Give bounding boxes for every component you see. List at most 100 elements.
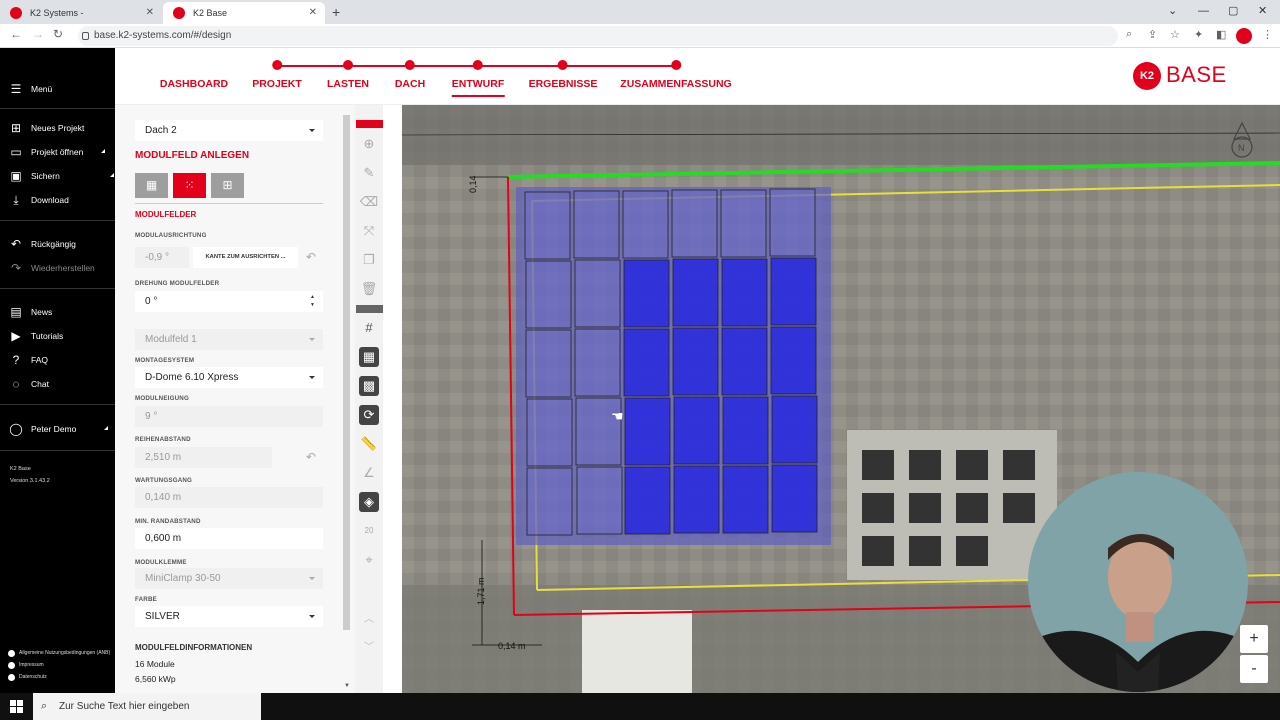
back-icon[interactable]: ←	[10, 27, 22, 41]
eraser-icon[interactable]: ⌫	[359, 192, 379, 212]
split-field-icon[interactable]: ⊞	[211, 173, 244, 198]
sidebar-item-label: Wiederherstellen	[31, 263, 95, 273]
submenu-caret-icon	[109, 173, 114, 177]
profile-avatar[interactable]	[1236, 28, 1252, 44]
link-label: Allgemeine Nutzungsbedingungen (ANB)	[19, 650, 111, 656]
layers-icon[interactable]: ◈	[359, 492, 379, 512]
extensions-icon[interactable]: ✦	[1194, 28, 1203, 41]
menu-button[interactable]: ☰ Menü	[8, 80, 53, 98]
module-grid-icon[interactable]: ⁙	[173, 173, 206, 198]
maximize-icon[interactable]: ▢	[1228, 0, 1238, 24]
angle-icon[interactable]: ∠	[359, 463, 379, 483]
step-dashboard[interactable]: DASHBOARD	[160, 58, 228, 90]
mounting-select[interactable]: D-Dome 6.10 Xpress	[135, 367, 323, 388]
step-label: LASTEN	[327, 78, 369, 90]
sidebar-item-save[interactable]: ▣ Sichern	[8, 167, 114, 185]
counter-icon[interactable]: 20	[359, 521, 379, 541]
scroll-down-icon[interactable]: ﹀	[359, 638, 379, 653]
sidebar-item-undo[interactable]: ↶ Rückgängig	[8, 235, 76, 253]
sidepanel-icon[interactable]: ◧	[1216, 28, 1226, 41]
grid-edit-icon[interactable]: ▩	[359, 376, 379, 396]
terms-link[interactable]: Allgemeine Nutzungsbedingungen (ANB)	[8, 650, 111, 657]
panel-scrollbar[interactable]	[343, 115, 350, 630]
trash-icon[interactable]: 🗑	[359, 279, 379, 299]
imprint-link[interactable]: Impressum	[8, 662, 44, 669]
module-grid-tool-icon[interactable]: ▦	[359, 347, 379, 367]
sidebar-item-tutorials[interactable]: ▶ Tutorials	[8, 327, 63, 345]
browser-tab[interactable]: K2 Systems - Montagesysteme fü ✕	[0, 2, 162, 40]
sidebar-item-download[interactable]: ⤓ Download	[8, 191, 68, 209]
bookmark-star-icon[interactable]: ☆	[1170, 28, 1180, 41]
sidebar-item-news[interactable]: ▤ News	[8, 303, 52, 321]
rotate-field-icon[interactable]: ⟳	[359, 405, 379, 425]
divider	[0, 220, 115, 221]
hash-grid-icon[interactable]: #	[359, 318, 379, 338]
stepper-icon[interactable]: ▲ ▼	[310, 293, 315, 309]
search-placeholder: Zur Suche Text hier eingeben	[59, 701, 190, 712]
close-tab-icon[interactable]: ✕	[146, 2, 154, 24]
sidebar-item-open-project[interactable]: ▭ Projekt öffnen	[8, 143, 106, 161]
address-field[interactable]: base.k2-systems.com/#/design	[78, 26, 1118, 46]
close-tab-icon[interactable]: ✕	[309, 2, 317, 24]
app-version: Version 3.1.43.2	[10, 478, 50, 484]
step-ergebnisse[interactable]: ERGEBNISSE	[529, 58, 597, 90]
reload-icon[interactable]: ↻	[53, 27, 63, 41]
new-tab-button[interactable]: +	[332, 2, 340, 22]
reset-icon[interactable]: ↶	[306, 250, 316, 264]
rotation-input[interactable]: 0 ° ▲ ▼	[135, 291, 323, 312]
tilt-label: MODULNEIGUNG	[135, 395, 189, 402]
step-entwurf[interactable]: ENTWURF	[451, 58, 505, 97]
grid-field-icon[interactable]: ▦	[135, 173, 168, 198]
windows-start-icon[interactable]	[10, 700, 23, 713]
browser-tab-active[interactable]: K2 Base ✕	[163, 2, 325, 24]
add-icon[interactable]: ⊕	[359, 134, 379, 154]
folder-icon: ▭	[10, 145, 22, 159]
k2-favicon-icon	[10, 7, 22, 19]
info-power: 6,560 kWp	[135, 674, 176, 684]
tab-search-icon[interactable]: ⌄	[1168, 0, 1177, 24]
step-projekt[interactable]: PROJEKT	[252, 58, 302, 90]
module-field-select[interactable]: Modulfeld 1	[135, 329, 323, 350]
location-pin-icon[interactable]: ⌖	[359, 550, 379, 570]
step-navigation: DASHBOARD PROJEKT LASTEN DACH ENTWURF ER…	[115, 48, 1280, 105]
privacy-link[interactable]: Datenschutz	[8, 674, 47, 681]
step-lasten[interactable]: LASTEN	[327, 58, 369, 90]
ruler-icon[interactable]: 📏	[359, 434, 379, 454]
orientation-field: -0,9 °	[135, 247, 189, 268]
edge-distance-input[interactable]: 0,600 m	[135, 528, 323, 549]
share-icon[interactable]: ⇪	[1148, 28, 1157, 41]
sidebar-item-redo[interactable]: ↷ Wiederherstellen	[8, 259, 95, 277]
more-menu-icon[interactable]: ⋮	[1262, 28, 1273, 41]
scale-icon[interactable]: ⤧	[359, 221, 379, 241]
scroll-down-icon[interactable]: ▼	[344, 683, 350, 689]
windows-taskbar: ⌕ Zur Suche Text hier eingeben	[0, 693, 1280, 720]
copy-icon[interactable]: ❐	[359, 250, 379, 270]
zoom-icon[interactable]: ⌕	[1126, 28, 1132, 41]
sidebar-item-chat[interactable]: ◌ Chat	[8, 375, 49, 393]
reset-icon[interactable]: ↶	[306, 450, 316, 464]
sidebar-item-new-project[interactable]: ⊞ Neues Projekt	[8, 119, 84, 137]
sidebar-item-faq[interactable]: ? FAQ	[8, 351, 48, 369]
sidebar-item-user[interactable]: ◯ Peter Demo	[8, 420, 109, 438]
minimize-icon[interactable]: —	[1198, 0, 1209, 24]
align-edge-button[interactable]: KANTE ZUM AUSRICHTEN ...	[193, 247, 298, 268]
scroll-up-icon[interactable]: ︿	[359, 610, 379, 625]
close-window-icon[interactable]: ✕	[1258, 0, 1267, 24]
step-dach[interactable]: DACH	[395, 58, 425, 90]
zoom-out-button[interactable]: -	[1240, 655, 1268, 683]
pencil-icon[interactable]: ✎	[359, 163, 379, 183]
step-label: DACH	[394, 78, 426, 90]
row-distance-label: REIHENABSTAND	[135, 436, 191, 443]
taskbar-search-input[interactable]: ⌕ Zur Suche Text hier eingeben	[33, 693, 261, 720]
logo-text: BASE	[1166, 62, 1227, 87]
info-modules: 16 Module	[135, 659, 175, 669]
forward-icon[interactable]: →	[32, 27, 44, 41]
step-dot	[473, 60, 483, 70]
sidebar-item-label: Projekt öffnen	[31, 147, 84, 157]
clamp-select[interactable]: MiniClamp 30-50	[135, 568, 323, 589]
zoom-in-button[interactable]: +	[1240, 625, 1268, 653]
roof-select[interactable]: Dach 2	[135, 120, 323, 141]
color-select[interactable]: SILVER	[135, 606, 323, 627]
clamp-label: MODULKLEMME	[135, 559, 187, 566]
step-zusammenfassung[interactable]: ZUSAMMENFASSUNG	[620, 58, 732, 90]
